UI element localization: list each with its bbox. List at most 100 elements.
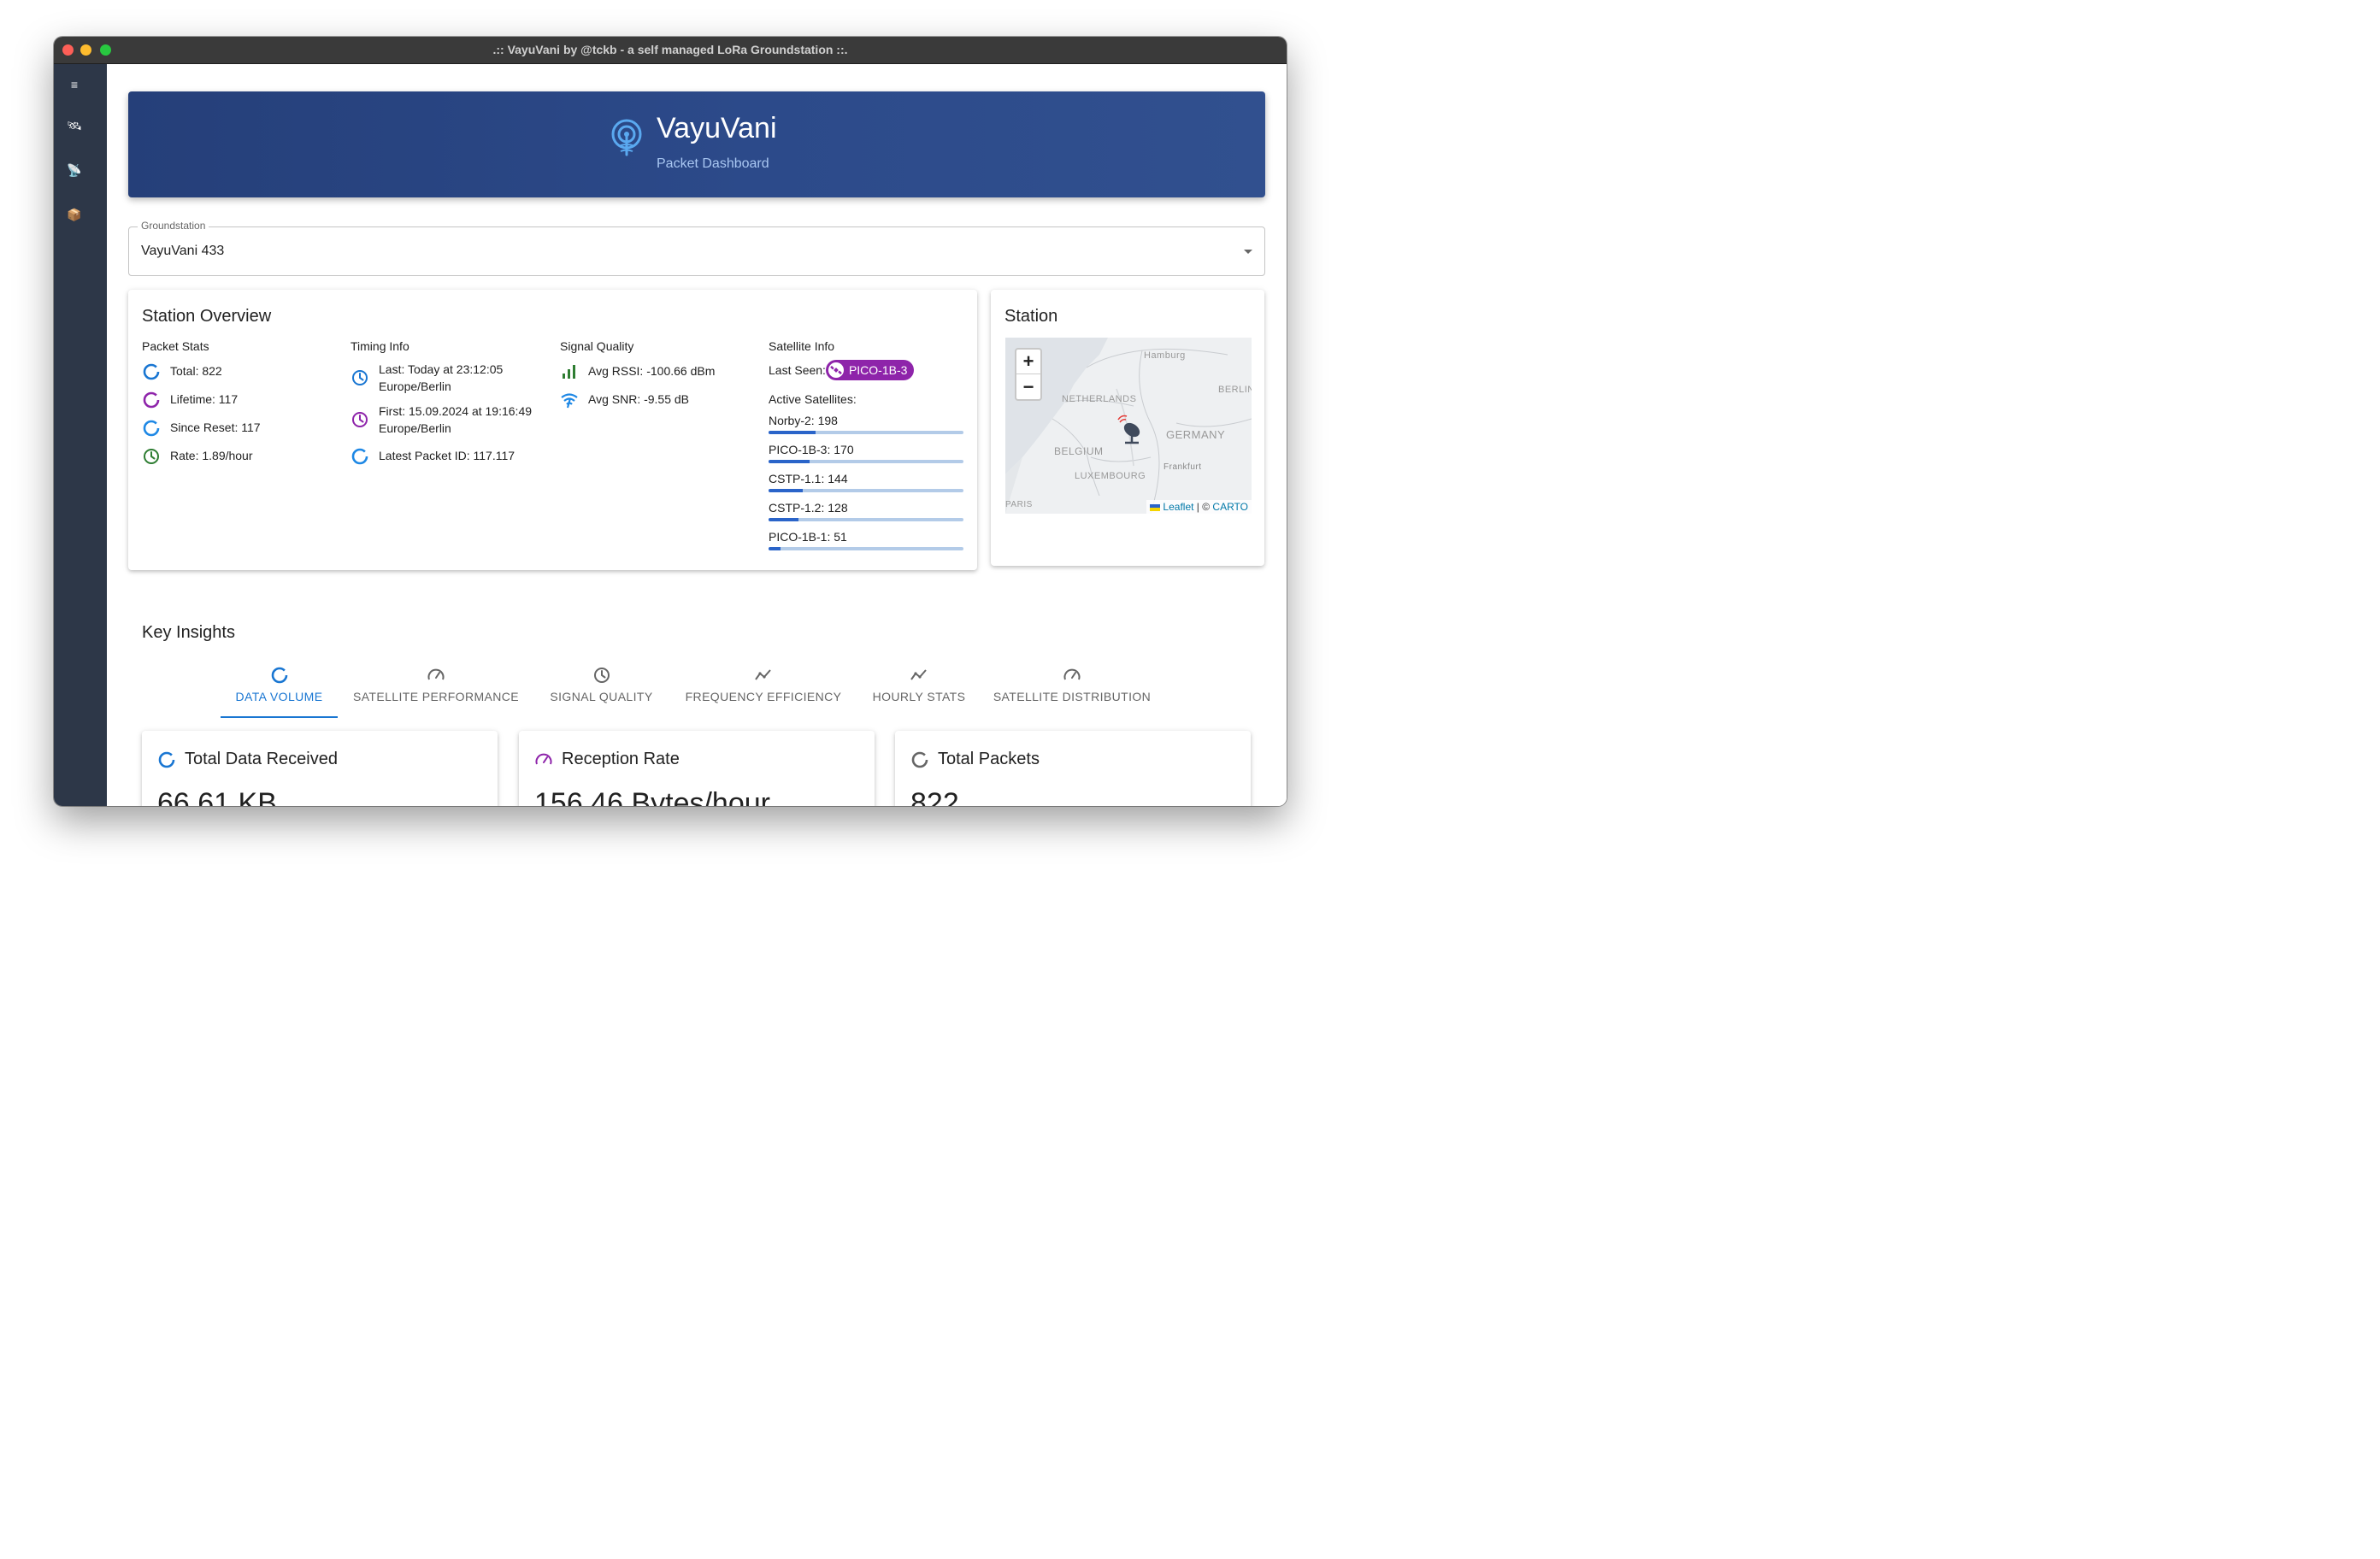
title-bar: .:: VayuVani by @tckb - a self managed L… <box>54 37 1287 64</box>
satellite-row: Norby-2: 198 <box>769 413 963 434</box>
stat-lifetime-text: Lifetime: 117 <box>170 392 239 406</box>
satellite-progress-bar <box>769 518 963 521</box>
stat-total-text: Total: 822 <box>170 364 222 378</box>
tab-label: DATA VOLUME <box>235 690 323 703</box>
timing-last-text: Last: Today at 23:12:05 Europe/Berlin <box>379 361 503 395</box>
satellite-progress-fill <box>769 547 781 550</box>
last-seen-chip-label: PICO-1B-3 <box>848 363 908 377</box>
satellite-row: PICO-1B-3: 170 <box>769 442 963 463</box>
metric-card-reception-rate: Reception Rate 156.46 Bytes/hour <box>519 731 875 806</box>
timing-first-line2: Europe/Berlin <box>379 421 451 435</box>
metric-title-text: Reception Rate <box>562 750 680 768</box>
satellite-info-heading: Satellite Info <box>769 339 835 353</box>
signal-bars-icon <box>560 362 579 381</box>
package-icon[interactable]: 📦 <box>66 206 83 223</box>
metric-title-text: Total Packets <box>938 750 1040 768</box>
tab-label: HOURLY STATS <box>872 690 966 703</box>
zoom-in-button[interactable]: + <box>1016 350 1040 374</box>
speedometer-icon <box>534 750 553 769</box>
signal-broadcast-icon <box>610 119 644 158</box>
map-zoom-control: + − <box>1015 348 1042 401</box>
satellite-icon[interactable]: 🛰 <box>66 117 83 134</box>
flag-icon <box>1150 503 1161 511</box>
tab-signal-quality[interactable]: SIGNAL QUALITY <box>534 662 669 717</box>
station-overview-title: Station Overview <box>142 307 272 326</box>
metric-title-text: Total Data Received <box>185 750 338 768</box>
timing-first-text: First: 15.09.2024 at 19:16:49 Europe/Berl… <box>379 403 532 437</box>
tab-label: FREQUENCY EFFICIENCY <box>685 690 842 703</box>
map-label: PARIS <box>1005 500 1033 509</box>
metric-value: 822 <box>910 787 959 806</box>
tab-hourly-stats[interactable]: HOURLY STATS <box>858 662 980 717</box>
satellite-progress-bar <box>769 431 963 434</box>
map-label: NETHERLANDS <box>1062 394 1137 404</box>
metric-value: 156.46 Bytes/hour <box>534 787 770 806</box>
dashboard-header: VayuVani Packet Dashboard <box>128 91 1265 197</box>
tab-label: SATELLITE PERFORMANCE <box>352 690 520 703</box>
station-map[interactable]: + − Hamburg NETHERLANDS BERLIN GERMANY B… <box>1005 338 1252 514</box>
dashboard-title: VayuVani <box>657 112 777 144</box>
zoom-out-button[interactable]: − <box>1016 374 1040 399</box>
stat-rate-text: Rate: 1.89/hour <box>170 449 253 462</box>
map-label: LUXEMBOURG <box>1075 471 1146 481</box>
timing-last: Last: Today at 23:12:05 Europe/Berlin <box>351 361 503 395</box>
packet-stats-column: Packet Stats Total: 822 Lifetime: 117 Si… <box>142 339 334 464</box>
carto-link[interactable]: CARTO <box>1212 501 1248 513</box>
loading-ring-icon <box>142 391 161 409</box>
wifi-icon <box>560 391 579 409</box>
satellite-info-column: Satellite Info Last Seen: PICO-1B-3 Acti… <box>769 339 967 550</box>
satellite-row-label: CSTP-1.1: 144 <box>769 472 848 485</box>
map-label: BERLIN <box>1218 385 1252 395</box>
signal-rssi: Avg RSSI: -100.66 dBm <box>560 362 715 381</box>
satellite-row-label: PICO-1B-1: 51 <box>769 530 847 544</box>
trend-line-icon <box>754 666 773 685</box>
loading-ring-icon <box>910 750 929 769</box>
signal-rssi-text: Avg RSSI: -100.66 dBm <box>588 364 716 378</box>
loading-ring-icon <box>157 750 176 769</box>
leaflet-link[interactable]: Leaflet <box>1163 501 1193 513</box>
active-satellites-label: Active Satellites: <box>769 392 857 406</box>
sidebar: ≡ 🛰 📡 📦 <box>54 64 107 806</box>
tab-satellite-distribution[interactable]: SATELLITE DISTRIBUTION <box>980 662 1164 717</box>
app-window: .:: VayuVani by @tckb - a self managed L… <box>54 37 1287 806</box>
groundstation-select[interactable]: Groundstation VayuVani 433 <box>128 220 1265 276</box>
last-seen-chip[interactable]: PICO-1B-3 <box>825 360 915 380</box>
metric-card-total-data: Total Data Received 66.61 KB <box>142 731 498 806</box>
map-label: Frankfurt <box>1163 462 1202 472</box>
timing-first: First: 15.09.2024 at 19:16:49 Europe/Berl… <box>351 403 532 437</box>
last-seen-row: Last Seen: PICO-1B-3 <box>769 360 915 380</box>
tab-data-volume[interactable]: DATA VOLUME <box>221 662 338 717</box>
satellite-row-label: CSTP-1.2: 128 <box>769 501 848 515</box>
station-map-card: Station + − Hamburg NETHERLANDS BERLIN G… <box>991 290 1264 566</box>
satellite-progress-bar <box>769 547 963 550</box>
signal-snr: Avg SNR: -9.55 dB <box>560 391 689 409</box>
satellite-row: CSTP-1.2: 128 <box>769 500 963 521</box>
map-label: BELGIUM <box>1054 445 1104 457</box>
map-label: GERMANY <box>1166 428 1226 441</box>
satellite-dish-icon[interactable]: 📡 <box>66 162 83 179</box>
tab-frequency-efficiency[interactable]: FREQUENCY EFFICIENCY <box>669 662 858 717</box>
signal-snr-text: Avg SNR: -9.55 dB <box>588 392 690 406</box>
signal-quality-column: Signal Quality Avg RSSI: -100.66 dBm Avg… <box>560 339 752 409</box>
metric-card-total-packets: Total Packets 822 <box>895 731 1251 806</box>
active-tab-indicator <box>221 716 338 718</box>
satellite-row-label: Norby-2: 198 <box>769 414 838 427</box>
satellite-dish-icon[interactable] <box>1115 413 1144 445</box>
map-label: Hamburg <box>1144 350 1186 361</box>
menu-icon[interactable]: ≡ <box>66 76 83 93</box>
satellite-progress-fill <box>769 460 810 463</box>
stat-since-reset-text: Since Reset: 117 <box>170 421 261 434</box>
satellite-progress-fill <box>769 431 816 434</box>
loading-ring-icon <box>351 447 369 466</box>
trend-line-icon <box>910 666 928 685</box>
satellite-row: PICO-1B-1: 51 <box>769 529 963 550</box>
tab-label: SATELLITE DISTRIBUTION <box>993 690 1152 703</box>
last-seen-label: Last Seen: <box>769 363 826 377</box>
stat-rate: Rate: 1.89/hour <box>142 447 253 466</box>
tab-satellite-performance[interactable]: SATELLITE PERFORMANCE <box>338 662 534 717</box>
chevron-down-icon[interactable] <box>1244 250 1252 254</box>
timing-last-line2: Europe/Berlin <box>379 379 451 393</box>
timing-info-column: Timing Info Last: Today at 23:12:05 Europ… <box>351 339 543 465</box>
main-content: VayuVani Packet Dashboard Groundstation … <box>107 64 1287 806</box>
groundstation-value: VayuVani 433 <box>141 244 225 258</box>
